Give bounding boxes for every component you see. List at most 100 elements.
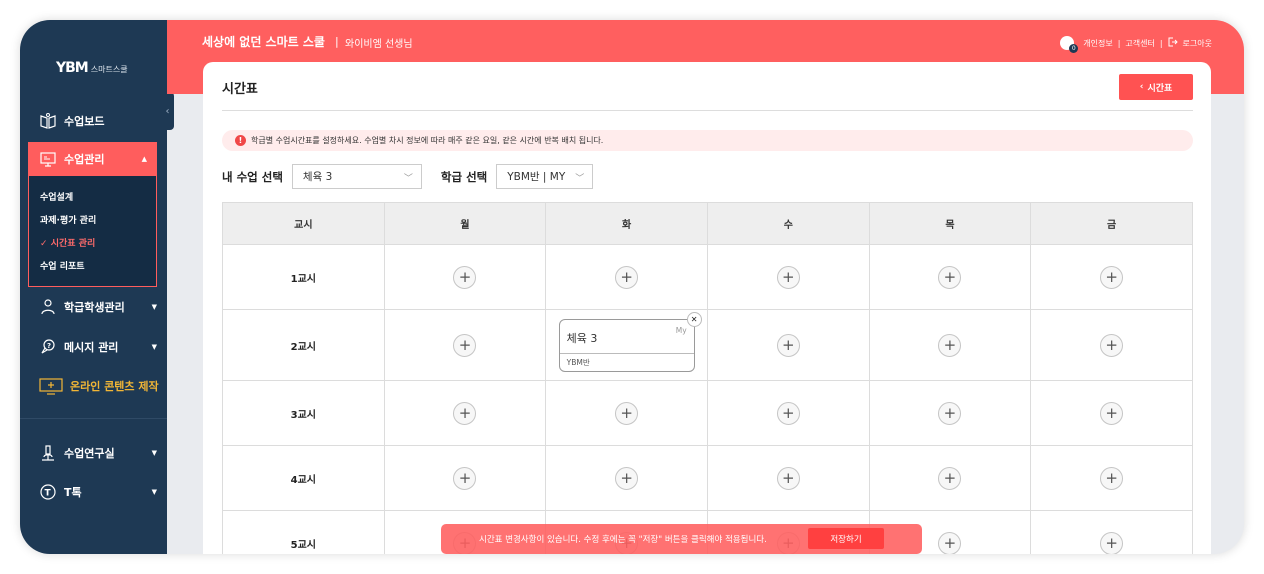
sidebar-item-online-content[interactable]: 온라인 콘텐츠 제작 xyxy=(20,369,167,403)
card-class: YBM반 xyxy=(566,357,590,367)
add-slot-button[interactable]: + xyxy=(1100,466,1124,490)
add-slot-button[interactable]: + xyxy=(776,265,800,289)
save-button[interactable]: 저장하기 xyxy=(808,528,884,549)
slot-cell: + xyxy=(868,445,1032,511)
class-select[interactable]: YBM반 | MY ﹀ xyxy=(496,164,594,189)
add-slot-button[interactable]: + xyxy=(615,401,639,425)
course-select-label: 내 수업 선택 xyxy=(222,169,283,184)
logo[interactable]: YBM 스마트스쿨 xyxy=(56,60,128,76)
table-row: 3교시 + + + + + xyxy=(222,380,1193,446)
sidebar-item-message-management[interactable]: ? 메시지 관리 ▼ xyxy=(20,330,167,364)
header-mon: 월 xyxy=(383,202,547,245)
sidebar-item-label: 수업연구실 xyxy=(64,447,115,460)
sidebar-item-t-talk[interactable]: T T톡 ▼ xyxy=(20,475,167,509)
logo-main: YBM xyxy=(56,60,89,76)
add-slot-button[interactable]: + xyxy=(615,265,639,289)
toast-message: 시간표 변경사항이 있습니다. 수정 후에는 꼭 "저장" 버튼을 클릭해야 적… xyxy=(479,535,767,545)
sub-item-timetable[interactable]: ✓ 시간표 관리 xyxy=(40,236,95,249)
header-separator: | xyxy=(335,35,339,48)
svg-text:?: ? xyxy=(47,342,51,350)
slot-cell: + xyxy=(706,309,870,381)
add-slot-button[interactable]: + xyxy=(1100,401,1124,425)
profile-icon[interactable]: 0 xyxy=(1060,36,1079,53)
add-slot-button[interactable]: + xyxy=(938,333,962,357)
add-slot-button[interactable]: + xyxy=(453,401,477,425)
sidebar-item-label: 학급학생관리 xyxy=(64,301,125,314)
table-row: 1교시 + + + + + xyxy=(222,244,1193,310)
add-slot-button[interactable]: + xyxy=(615,466,639,490)
add-slot-button[interactable]: + xyxy=(938,265,962,289)
users-icon xyxy=(39,298,57,316)
add-slot-button[interactable]: + xyxy=(1100,531,1124,554)
add-slot-button[interactable]: + xyxy=(938,531,962,554)
content-monitor-icon xyxy=(39,377,63,395)
link-support[interactable]: 고객센터 xyxy=(1125,38,1154,49)
course-select[interactable]: 체육 3 ﹀ xyxy=(291,164,422,189)
chevron-down-icon: ﹀ xyxy=(575,174,585,184)
microscope-icon xyxy=(39,444,57,462)
header-period: 교시 xyxy=(222,202,385,245)
add-slot-button[interactable]: + xyxy=(1100,333,1124,357)
sub-item-class-report[interactable]: 수업 리포트 xyxy=(40,259,85,272)
class-card[interactable]: 체육 3 My YBM반 ✕ xyxy=(558,311,702,372)
link-profile[interactable]: 개인정보 xyxy=(1083,38,1112,49)
notification-badge: 0 xyxy=(1069,44,1079,53)
message-icon: ? xyxy=(39,338,57,356)
slot-cell: + xyxy=(1030,244,1193,310)
slot-cell: 체육 3 My YBM반 ✕ xyxy=(545,309,708,381)
caret-down-icon: ▼ xyxy=(151,303,157,311)
period-label: 1교시 xyxy=(222,244,385,310)
alert-icon: ! xyxy=(235,135,246,146)
caret-down-icon: ▼ xyxy=(151,488,157,496)
sidebar-item-class-board[interactable]: 수업보드 xyxy=(20,104,167,138)
card-subject: 체육 3 xyxy=(566,331,598,345)
slot-cell: + xyxy=(545,380,708,446)
add-slot-button[interactable]: + xyxy=(453,466,477,490)
timetable: 교시 월 화 수 목 금 1교시 + + + + + 2교시 + 체육 3 My… xyxy=(222,202,1193,554)
add-slot-button[interactable]: + xyxy=(1100,265,1124,289)
add-slot-button[interactable]: + xyxy=(938,466,962,490)
add-slot-button[interactable]: + xyxy=(938,401,962,425)
caret-down-icon: ▼ xyxy=(151,343,157,351)
back-button[interactable]: ‹ 시간표 xyxy=(1119,74,1193,100)
app-window: YBM 스마트스쿨 수업보드 수업관리 ▲ 수업설계 과제·평가 관리 ✓ 시간… xyxy=(20,20,1244,554)
add-slot-button[interactable]: + xyxy=(776,333,800,357)
sub-item-class-design[interactable]: 수업설계 xyxy=(40,190,73,203)
slot-cell: + xyxy=(545,244,708,310)
divider xyxy=(20,418,167,419)
add-slot-button[interactable]: + xyxy=(776,466,800,490)
slot-cell: + xyxy=(706,244,870,310)
sidebar-item-class-management[interactable]: 수업관리 ▲ xyxy=(28,142,157,176)
header-thu: 목 xyxy=(868,202,1032,245)
sidebar-item-label: 수업관리 xyxy=(64,153,105,166)
sidebar-item-research-lab[interactable]: 수업연구실 ▼ xyxy=(20,436,167,470)
divider xyxy=(559,352,694,354)
slot-cell: + xyxy=(545,445,708,511)
notice-banner: ! 학급별 수업시간표를 설정하세요. 수업별 차시 정보에 따라 매주 같은 … xyxy=(222,130,1193,151)
sidebar-collapse-button[interactable]: ‹ xyxy=(161,92,174,130)
slot-cell: + xyxy=(1030,309,1193,381)
caret-down-icon: ▼ xyxy=(151,449,157,457)
table-row: 2교시 + 체육 3 My YBM반 ✕ + + + xyxy=(222,309,1193,381)
slot-cell: + xyxy=(868,309,1032,381)
slot-cell: + xyxy=(868,244,1032,310)
svg-text:T: T xyxy=(45,489,52,499)
add-slot-button[interactable]: + xyxy=(776,401,800,425)
slot-cell: + xyxy=(383,380,547,446)
back-button-label: 시간표 xyxy=(1147,83,1173,94)
add-slot-button[interactable]: + xyxy=(453,265,477,289)
slot-cell: + xyxy=(383,445,547,511)
save-toast: 시간표 변경사항이 있습니다. 수정 후에는 꼭 "저장" 버튼을 클릭해야 적… xyxy=(441,524,922,554)
sidebar-item-label: 온라인 콘텐츠 제작 xyxy=(70,380,159,393)
slot-cell: + xyxy=(868,380,1032,446)
slot-cell: + xyxy=(383,244,547,310)
slot-cell: + xyxy=(706,445,870,511)
sub-item-assignment[interactable]: 과제·평가 관리 xyxy=(40,213,96,226)
link-logout[interactable]: 로그아웃 xyxy=(1183,38,1212,49)
sidebar-item-label: T톡 xyxy=(64,486,82,499)
selector-row: 내 수업 선택 체육 3 ﹀ 학급 선택 YBM반 | MY ﹀ xyxy=(222,164,594,189)
sidebar-item-student-management[interactable]: 학급학생관리 ▼ xyxy=(20,290,167,324)
header-tue: 화 xyxy=(545,202,708,245)
close-icon[interactable]: ✕ xyxy=(686,311,702,327)
add-slot-button[interactable]: + xyxy=(453,333,477,357)
